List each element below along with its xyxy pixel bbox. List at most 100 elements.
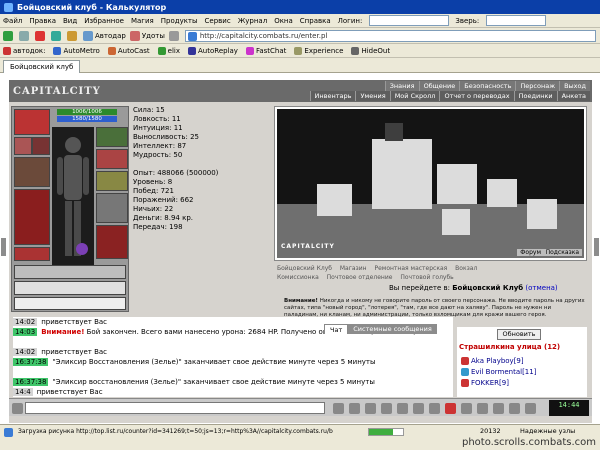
- tab-system-messages[interactable]: Системные сообщения: [348, 324, 437, 334]
- filter-button[interactable]: [168, 30, 181, 42]
- nav-knowledge[interactable]: Знания: [384, 81, 419, 91]
- link-experience[interactable]: Experience: [294, 46, 343, 55]
- nav-communication[interactable]: Общение: [418, 81, 460, 91]
- amulet-slot[interactable]: [32, 137, 50, 155]
- tab-chat[interactable]: Чат: [324, 324, 349, 334]
- nav-transfer-report[interactable]: Отчет о переводах: [439, 91, 514, 101]
- castle-building[interactable]: [372, 139, 432, 209]
- quick-items-row[interactable]: [14, 297, 126, 310]
- link-elix[interactable]: elix: [157, 46, 180, 55]
- chat-timestamp[interactable]: 16:37:38: [13, 358, 49, 366]
- weapon-slot[interactable]: [14, 157, 50, 187]
- left-panel-toggle[interactable]: [1, 238, 6, 256]
- menu-view[interactable]: Вид: [63, 17, 77, 25]
- user-row[interactable]: Aka Playboy [9]: [461, 356, 524, 366]
- transfer-icon[interactable]: [413, 403, 424, 414]
- private-message-icon[interactable]: [461, 379, 469, 387]
- hint-link[interactable]: Подсказка: [542, 249, 582, 256]
- exit-icon[interactable]: [445, 403, 456, 414]
- ring-slot[interactable]: [96, 171, 128, 191]
- cancel-move-link[interactable]: (отмена): [525, 284, 557, 292]
- nav-fights[interactable]: Поединки: [513, 91, 557, 101]
- forum-link[interactable]: Форум: [517, 249, 544, 256]
- shield-slot[interactable]: [96, 193, 128, 223]
- zver-select[interactable]: [486, 15, 547, 26]
- menu-journal[interactable]: Журнал: [238, 17, 267, 25]
- sound-icon[interactable]: [493, 403, 504, 414]
- menu-products[interactable]: Продукты: [161, 17, 198, 25]
- smiles-icon[interactable]: [349, 403, 360, 414]
- loc-post-office[interactable]: Почтовое отделение: [327, 274, 393, 281]
- user-row[interactable]: FOKKER [9]: [461, 378, 509, 388]
- nav-inventory[interactable]: Инвентарь: [309, 91, 356, 101]
- loc-pigeon[interactable]: Почтовой голубь: [400, 274, 453, 281]
- armor-slot[interactable]: [14, 189, 50, 245]
- nav-security[interactable]: Безопасность: [459, 81, 516, 91]
- loc-station[interactable]: Вокзал: [455, 265, 477, 272]
- user-row[interactable]: Evil Bormental [11]: [461, 367, 536, 377]
- nav-profile[interactable]: Анкета: [556, 91, 590, 101]
- chat-input[interactable]: [25, 402, 325, 414]
- avtodar-button[interactable]: Автодар: [83, 30, 126, 42]
- send-icon[interactable]: [333, 403, 344, 414]
- menu-favorites[interactable]: Избранное: [84, 17, 124, 25]
- menu-help[interactable]: Справка: [300, 17, 331, 25]
- nav-my-scroll[interactable]: Мой Скролл: [389, 91, 440, 101]
- refresh-button[interactable]: [51, 30, 63, 42]
- udoty-button[interactable]: Удоты: [129, 30, 165, 42]
- menu-edit[interactable]: Правка: [29, 17, 56, 25]
- chat-menu-icon[interactable]: [12, 403, 23, 414]
- link-fastchat[interactable]: FastChat: [245, 46, 286, 55]
- link-autocast[interactable]: AutoCast: [107, 46, 150, 55]
- menu-tools[interactable]: Сервис: [205, 17, 231, 25]
- stop-button[interactable]: [35, 30, 47, 42]
- loc-repair[interactable]: Ремонтная мастерская: [375, 265, 448, 272]
- loc-shop[interactable]: Магазин: [340, 265, 367, 272]
- earring-slot[interactable]: [14, 137, 32, 155]
- loc-fight-club[interactable]: Бойцовский Клуб: [277, 265, 332, 272]
- right-panel-toggle[interactable]: [594, 238, 599, 256]
- user-name[interactable]: Aka Playboy: [471, 357, 514, 365]
- login-select[interactable]: [369, 15, 450, 26]
- link-hideout[interactable]: HideOut: [351, 46, 390, 55]
- chat-timestamp[interactable]: 16:37:38: [13, 378, 49, 386]
- scroll-belt[interactable]: [14, 281, 126, 295]
- home-button[interactable]: [67, 30, 79, 42]
- boots-slot[interactable]: [96, 225, 128, 259]
- private-message-icon[interactable]: [461, 357, 469, 365]
- shop-building[interactable]: [487, 179, 517, 207]
- gloves-slot[interactable]: [96, 127, 128, 147]
- link-autoreplay[interactable]: AutoReplay: [188, 46, 238, 55]
- chat-timestamp[interactable]: 14:02: [13, 318, 38, 326]
- fight-icon[interactable]: [397, 403, 408, 414]
- chat-timestamp[interactable]: 14:03: [13, 328, 38, 336]
- tab-fight-club[interactable]: Бойцовский клуб: [3, 60, 81, 73]
- clear-chat-icon[interactable]: [365, 403, 376, 414]
- link-autodoc[interactable]: автодок:: [3, 46, 45, 55]
- character-doll[interactable]: [52, 127, 94, 277]
- settings-icon[interactable]: [429, 403, 440, 414]
- private-message-icon[interactable]: [461, 368, 469, 376]
- station-building[interactable]: [527, 199, 557, 229]
- user-name[interactable]: Evil Bormental: [471, 368, 522, 376]
- mail-icon[interactable]: [477, 403, 488, 414]
- map-icon[interactable]: [509, 403, 520, 414]
- user-name[interactable]: FOKKER: [471, 379, 499, 387]
- repair-building[interactable]: [317, 184, 352, 216]
- refresh-users-button[interactable]: Обновить: [497, 329, 541, 340]
- info-icon[interactable]: [525, 403, 536, 414]
- chat-timestamp[interactable]: 14:4: [13, 388, 33, 396]
- menu-file[interactable]: Файл: [3, 17, 22, 25]
- menu-windows[interactable]: Окна: [274, 17, 293, 25]
- loc-commission[interactable]: Комиссионка: [277, 274, 319, 281]
- address-bar[interactable]: http://capitalcity.combats.ru/enter.pl: [184, 29, 596, 42]
- nav-skills[interactable]: Умения: [355, 91, 390, 101]
- belt-slot[interactable]: [14, 247, 50, 261]
- lock-icon[interactable]: [461, 403, 472, 414]
- potion-belt[interactable]: [14, 265, 126, 279]
- post-building[interactable]: [442, 209, 470, 235]
- chat-timestamp[interactable]: 14:02: [13, 348, 38, 356]
- filter-chat-icon[interactable]: [381, 403, 392, 414]
- bracers-slot[interactable]: [96, 149, 128, 169]
- back-button[interactable]: [3, 30, 15, 42]
